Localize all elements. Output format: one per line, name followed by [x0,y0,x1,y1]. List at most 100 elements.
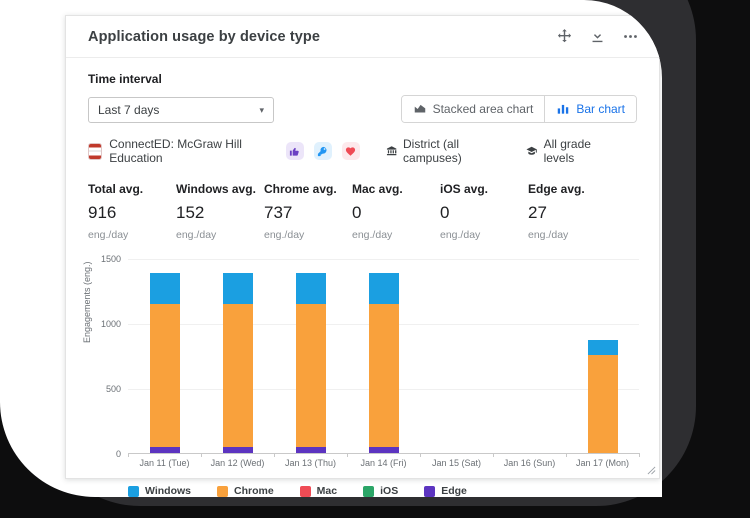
resize-handle[interactable] [647,466,656,475]
usage-widget-card: Application usage by device type Time in… [65,15,660,497]
bar-chart-button[interactable]: Bar chart [544,96,636,122]
bar-segment-windows[interactable] [587,339,618,355]
connected-app-logo [88,142,103,160]
stat-value: 737 [264,203,293,222]
stacked-area-chart-label: Stacked area chart [432,102,534,116]
bar-slot [420,259,493,453]
legend-item-chrome[interactable]: Chrome [216,485,274,497]
bar-segment-windows[interactable] [368,272,399,304]
stat-label: iOS avg. [440,182,489,196]
grades-label: All grade levels [543,137,591,165]
stat-edge: Edge avg. 27 eng./day [528,182,616,241]
stat-value: 916 [88,203,117,222]
x-tick-mark [493,453,494,457]
bar-slot [201,259,274,453]
x-tick-mark [420,453,421,457]
stat-windows: Windows avg. 152 eng./day [176,182,264,241]
x-axis-label: Jan 13 (Thu) [284,458,337,468]
time-interval-select[interactable]: Last 7 days ▾ [88,97,274,123]
legend-item-mac[interactable]: Mac [299,485,338,497]
scope-indicator: District (all campuses) [386,137,499,165]
stat-unit: eng./day [352,229,393,241]
move-icon[interactable] [556,28,573,45]
graduation-cap-icon [526,146,538,155]
chevron-down-icon: ▾ [259,104,264,115]
legend-label: Edge [441,485,467,497]
stat-label: Mac avg. [352,182,403,196]
stat-value: 27 [528,203,547,222]
stacked-bar-4[interactable] [368,272,399,453]
y-tick-label: 0 [115,449,121,459]
x-axis-label: Jan 12 (Wed) [210,458,265,468]
legend-swatch [299,485,311,497]
controls-row: Last 7 days ▾ Stacked area chart Bar cha… [88,95,637,123]
card-header: Application usage by device type [66,16,659,58]
bar-segment-chrome[interactable] [149,303,180,447]
x-tick-mark [201,453,202,457]
download-icon[interactable] [589,28,606,45]
stacked-bar-2[interactable] [222,272,253,453]
bar-segment-windows[interactable] [149,272,180,304]
context-row: ConnectED: McGraw Hill Education Distric… [88,137,637,165]
stacked-bar-1[interactable] [149,272,180,453]
bar-segment-edge[interactable] [295,446,326,453]
stat-label: Windows avg. [176,182,256,196]
bar-segment-edge[interactable] [368,446,399,453]
chart-legend: Windows Chrome Mac iOS Edge [128,485,467,497]
stacked-area-chart-button[interactable]: Stacked area chart [401,96,545,122]
x-tick-mark [639,453,640,457]
x-axis-label: Jan 15 (Sat) [431,458,482,468]
bar-slot [274,259,347,453]
white-canvas: Application usage by device type Time in… [0,0,662,497]
x-tick-mark [566,453,567,457]
stacked-bar-3[interactable] [295,272,326,453]
legend-label: iOS [380,485,399,497]
legend-item-windows[interactable]: Windows [128,485,191,497]
legend-item-edge[interactable]: Edge [424,485,467,497]
stat-value: 0 [440,203,450,222]
stats-row: Total avg. 916 eng./day Windows avg. 152… [88,182,637,241]
stat-unit: eng./day [176,229,217,241]
key-icon[interactable] [313,142,332,160]
legend-label: Mac [316,485,338,497]
bar-segment-chrome[interactable] [587,354,618,453]
bar-segment-chrome[interactable] [295,303,326,447]
stat-unit: eng./day [528,229,569,241]
heart-icon[interactable] [341,142,360,160]
x-axis-label: Jan 11 (Tue) [139,458,190,468]
bar-segment-chrome[interactable] [368,303,399,447]
bar-slot [347,259,420,453]
x-axis-label: Jan 17 (Mon) [575,458,630,468]
bar-chart-icon [558,104,569,114]
page-background: Application usage by device type Time in… [0,0,750,518]
bar-segment-windows[interactable] [222,272,253,304]
time-interval-value: Last 7 days [98,103,160,117]
bar-segment-edge[interactable] [149,446,180,453]
stat-chrome: Chrome avg. 737 eng./day [264,182,352,241]
reaction-badges [285,142,360,160]
y-axis-label: Engagements (eng.) [82,261,92,343]
bank-icon [386,146,397,156]
bar-segment-windows[interactable] [295,272,326,304]
more-icon[interactable] [622,28,639,45]
area-chart-icon [414,104,425,113]
legend-swatch [216,485,228,497]
x-tick-mark [347,453,348,457]
header-actions [556,28,639,45]
legend-item-ios[interactable]: iOS [363,485,398,497]
card-title: Application usage by device type [88,28,321,45]
stacked-bar-7[interactable] [587,339,618,453]
bar-segment-chrome[interactable] [222,303,253,447]
bar-slot [128,259,201,453]
stat-ios: iOS avg. 0 eng./day [440,182,528,241]
thumbs-up-icon[interactable] [285,142,304,160]
legend-swatch [128,485,139,497]
stat-unit: eng./day [88,229,129,241]
chart-type-toggle: Stacked area chart Bar chart [400,95,637,123]
bar-segment-edge[interactable] [222,446,253,453]
stat-mac: Mac avg. 0 eng./day [352,182,440,241]
x-axis-label: Jan 14 (Fri) [360,458,407,468]
stat-value: 0 [352,203,362,222]
bar-chart-label: Bar chart [576,102,625,116]
legend-label: Chrome [233,485,274,497]
